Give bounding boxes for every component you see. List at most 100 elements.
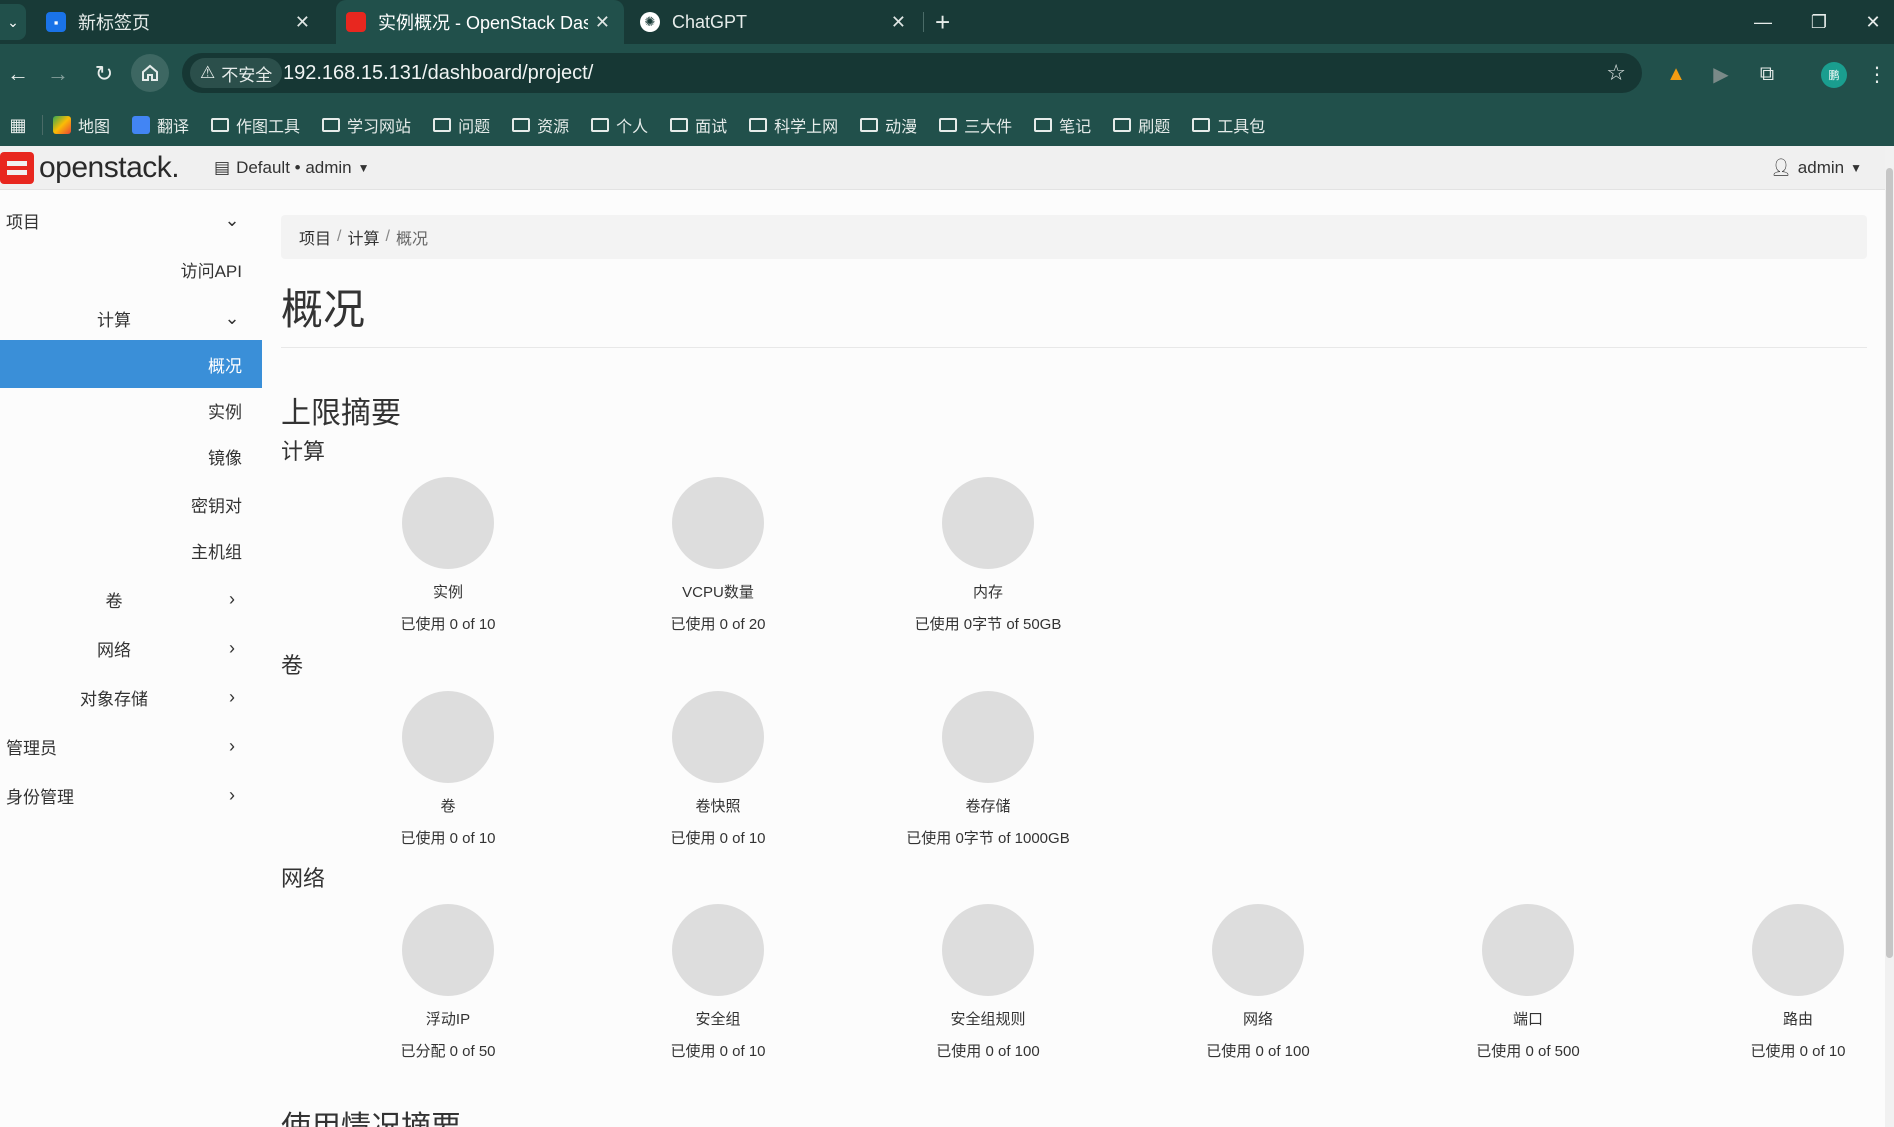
google-translate-icon — [132, 116, 151, 134]
bookmark-folder[interactable]: 个人 — [591, 113, 648, 137]
bookmark-folder[interactable]: 面试 — [670, 113, 727, 137]
bookmark-folder[interactable]: 作图工具 — [211, 113, 300, 137]
bookmark-label: 问题 — [458, 119, 491, 136]
close-tab-icon[interactable]: ✕ — [595, 0, 610, 44]
bookmark-label: 作图工具 — [236, 119, 301, 136]
breadcrumb-item-compute[interactable]: 计算 — [347, 225, 379, 249]
page-scrollbar[interactable] — [1885, 146, 1894, 1127]
folder-icon — [211, 118, 230, 132]
openstack-logo[interactable]: openstack. — [0, 151, 180, 185]
compute-group-title: 计算 — [281, 439, 326, 464]
sidebar-item-overview[interactable]: 概况 — [0, 340, 262, 388]
reload-button[interactable]: ↻ — [86, 44, 122, 104]
reload-icon: ↻ — [94, 61, 114, 86]
close-tab-icon[interactable]: ✕ — [295, 0, 310, 44]
new-tab-button[interactable]: + — [935, 0, 950, 44]
sidebar-item-instances[interactable]: 实例 — [0, 386, 262, 434]
sidebar-item-images[interactable]: 镜像 — [0, 432, 262, 480]
sidebar-item-volumes[interactable]: 卷 › — [0, 575, 262, 623]
quota-usage: 已使用 0 of 100 — [936, 1043, 1040, 1060]
sidebar-item-network[interactable]: 网络 › — [0, 624, 262, 672]
project-selector-label: Default • admin — [236, 158, 352, 177]
openstack-header: openstack. ▤ Default • admin ▼ 👤︎ admin … — [0, 146, 1894, 190]
profile-avatar[interactable]: 鹏 — [1821, 62, 1847, 88]
browser-menu-icon[interactable]: ⋮ — [1860, 44, 1894, 104]
tab-search-button[interactable]: ⌄ — [0, 4, 26, 40]
folder-icon — [939, 118, 958, 132]
bookmark-folder[interactable]: 科学上网 — [749, 113, 838, 137]
play-extension-icon[interactable]: ▶ — [1704, 44, 1738, 104]
network-group-title: 网络 — [281, 866, 326, 891]
sidebar-item-label: 密钥对 — [191, 496, 242, 516]
chevron-down-icon: ⌄ — [7, 13, 19, 30]
title-divider — [281, 347, 1867, 348]
folder-icon — [1113, 118, 1132, 132]
quota-usage: 已使用 0 of 10 — [400, 616, 496, 633]
bookmark-maps[interactable]: 地图 — [53, 113, 110, 137]
quota-pie-ram: 内存 已使用 0字节 of 50GB — [853, 477, 1123, 634]
bookmark-label: 科学上网 — [774, 119, 839, 136]
vlc-extension-icon[interactable]: ▲ — [1659, 44, 1693, 104]
quota-pie-volume-snapshots: 卷快照 已使用 0 of 10 — [583, 691, 853, 848]
minimize-button[interactable]: — — [1738, 0, 1788, 44]
sidebar-item-admin[interactable]: 管理员 › — [6, 722, 246, 770]
project-selector-dropdown[interactable]: ▤ Default • admin ▼ — [214, 146, 370, 190]
caret-down-icon: ▼ — [357, 161, 370, 175]
chevron-right-icon: › — [229, 588, 235, 609]
extensions-puzzle-icon[interactable]: ⧉ — [1750, 44, 1784, 104]
bookmark-label: 刷题 — [1138, 119, 1171, 136]
folder-icon — [1192, 118, 1211, 132]
sidebar-item-compute[interactable]: 计算 ⌄ — [0, 294, 262, 342]
quota-pie-chart — [402, 904, 494, 996]
home-button[interactable] — [131, 54, 169, 92]
bookmark-divider — [42, 115, 43, 135]
close-window-button[interactable]: ✕ — [1852, 0, 1894, 44]
sidebar-item-identity[interactable]: 身份管理 › — [6, 771, 246, 819]
sidebar-item-label: 身份管理 — [6, 787, 74, 807]
close-tab-icon[interactable]: ✕ — [891, 0, 906, 44]
user-menu-dropdown[interactable]: 👤︎ admin ▼ — [1770, 146, 1862, 190]
home-icon — [142, 64, 158, 81]
sidebar-item-api-access[interactable]: 访问API — [0, 245, 262, 293]
sidebar-item-project[interactable]: 项目 ⌄ — [6, 196, 246, 244]
sidebar-item-server-groups[interactable]: 主机组 — [0, 526, 262, 574]
bookmark-folder[interactable]: 学习网站 — [322, 113, 411, 137]
sidebar-item-label: 镜像 — [208, 448, 242, 468]
bookmark-folder[interactable]: 资源 — [512, 113, 569, 137]
scrollbar-thumb[interactable] — [1886, 168, 1893, 958]
tab-chatgpt[interactable]: ✺ ChatGPT ✕ — [630, 0, 920, 44]
page-title: 概况 — [281, 286, 366, 333]
bookmark-folder[interactable]: 笔记 — [1034, 113, 1091, 137]
sidebar-item-object-store[interactable]: 对象存储 › — [0, 673, 262, 721]
breadcrumb-item-project[interactable]: 项目 — [299, 225, 331, 249]
bookmark-folder[interactable]: 工具包 — [1192, 113, 1265, 137]
sidebar-item-label: 网络 — [97, 640, 131, 660]
quota-pie-chart — [942, 691, 1034, 783]
bookmark-folder[interactable]: 三大件 — [939, 113, 1012, 137]
folder-icon — [749, 118, 768, 132]
sidebar-item-label: 访问API — [180, 261, 242, 281]
user-name: admin — [1797, 158, 1845, 177]
bookmark-label: 资源 — [537, 119, 570, 136]
volume-group-title: 卷 — [281, 653, 304, 678]
bookmark-folder[interactable]: 动漫 — [860, 113, 917, 137]
sidebar-item-key-pairs[interactable]: 密钥对 — [0, 480, 262, 528]
bookmark-translate[interactable]: 翻译 — [132, 113, 189, 137]
tab-divider — [923, 12, 924, 32]
bookmark-folder[interactable]: 刷题 — [1113, 113, 1170, 137]
new-tab-favicon-icon: ▪ — [46, 12, 66, 32]
quota-pie-chart — [1752, 904, 1844, 996]
forward-button[interactable]: → — [40, 44, 76, 104]
site-info-button[interactable]: ⚠ 不安全 — [190, 58, 283, 88]
tab-openstack-dashboard[interactable]: 实例概况 - OpenStack Dashbo ✕ — [336, 0, 624, 44]
address-bar[interactable]: ⚠ 不安全 192.168.15.131/dashboard/project/ … — [182, 53, 1642, 93]
sidebar-item-label: 管理员 — [6, 738, 57, 758]
quota-usage: 已使用 0 of 10 — [400, 830, 496, 847]
url-text[interactable]: 192.168.15.131/dashboard/project/ — [283, 53, 593, 93]
bookmark-folder[interactable]: 问题 — [433, 113, 490, 137]
back-button[interactable]: ← — [0, 44, 36, 104]
restore-button[interactable]: ❐ — [1794, 0, 1844, 44]
apps-grid-icon[interactable]: ▦ — [0, 104, 36, 146]
tab-new-tab[interactable]: ▪ 新标签页 ✕ — [36, 0, 324, 44]
bookmark-star-icon[interactable]: ☆ — [1606, 53, 1626, 93]
